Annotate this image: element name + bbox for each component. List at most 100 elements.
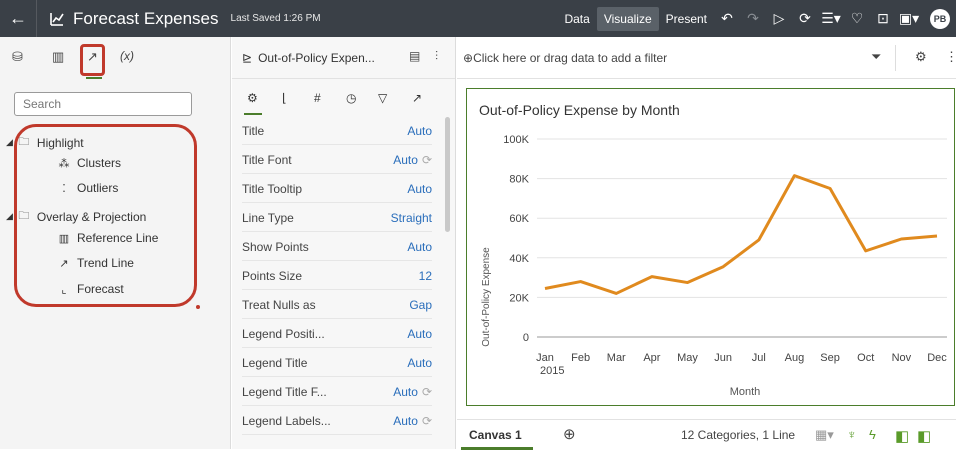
y-tick-label: 80K: [509, 174, 529, 186]
prop-value[interactable]: Auto: [407, 124, 432, 138]
lightning-icon[interactable]: ϟ: [869, 427, 876, 442]
layout-panel-icon[interactable]: ◧: [895, 427, 909, 445]
y-axis-label: Out-of-Policy Expense: [481, 247, 492, 347]
filter-bar[interactable]: ⊕Click here or drag data to add a filter…: [457, 37, 956, 79]
x-tick-label: Oct: [857, 352, 874, 364]
save-icon[interactable]: ▣▾: [896, 10, 922, 27]
top-bar: ← Forecast Expenses Last Saved 1:26 PM D…: [0, 0, 956, 37]
reset-icon[interactable]: ⟳: [422, 414, 432, 428]
prop-name: Title Tooltip: [242, 181, 303, 196]
add-canvas-icon[interactable]: ⊕: [563, 425, 576, 443]
x-tick-label: Sep: [820, 352, 840, 364]
series-line[interactable]: [544, 174, 938, 295]
collapse-caret-icon[interactable]: ◢: [6, 211, 13, 222]
properties-header: ⊵ Out-of-Policy Expen... ▤ ⫶: [232, 37, 455, 79]
mode-data[interactable]: Data: [557, 7, 596, 31]
prop-title-tooltip[interactable]: Title Tooltip Auto: [242, 175, 432, 203]
database-icon[interactable]: ⛁: [12, 49, 23, 65]
properties-toggle-icon[interactable]: ⫶: [435, 49, 438, 64]
calculations-tab[interactable]: (x): [120, 49, 134, 63]
insight-bulb-icon[interactable]: ♡: [844, 10, 870, 27]
prop-value[interactable]: Auto: [407, 240, 432, 254]
prop-name: Title: [242, 123, 265, 138]
x-tick-label: Nov: [892, 352, 912, 364]
filter-icon[interactable]: ▽: [378, 91, 387, 105]
x-tick-label: Apr: [643, 352, 660, 364]
avatar[interactable]: PB: [930, 9, 950, 29]
highlight-box: [80, 44, 105, 76]
grammar-panel-icon[interactable]: ▤: [409, 49, 420, 63]
analytics-icon[interactable]: ↗: [412, 91, 422, 105]
prop-name: Points Size: [242, 268, 303, 283]
prop-value[interactable]: Gap: [409, 298, 432, 312]
mode-visualize[interactable]: Visualize: [596, 6, 659, 31]
filter-options-icon[interactable]: ⏷: [871, 49, 881, 65]
line-chart[interactable]: Out-of-Policy Expense by Month 0 20K 40K 60…: [466, 88, 955, 406]
prop-title-font[interactable]: Title Font Auto ⟳: [242, 146, 432, 174]
analytics-panel: ⛁ ▥ ↗ (x) Search ◢ 🗀 Highlight ⁂ Cluster…: [0, 37, 231, 449]
prop-value[interactable]: Auto: [407, 182, 432, 196]
tab-canvas-1[interactable]: Canvas 1: [469, 428, 522, 442]
prop-legend-labels[interactable]: Legend Labels... Auto ⟳: [242, 407, 432, 435]
canvas-tab-bar: Canvas 1 ⊕ 12 Categories, 1 Line ▦▾ ♆ ϟ …: [457, 419, 956, 450]
mode-present[interactable]: Present: [659, 7, 714, 31]
more-options-icon[interactable]: ⋮: [945, 49, 956, 65]
refresh-data-icon[interactable]: ⟳: [792, 10, 818, 27]
play-icon[interactable]: ▷: [766, 10, 792, 27]
prop-value[interactable]: Auto: [407, 327, 432, 341]
prop-points-size[interactable]: Points Size 12: [242, 262, 432, 290]
line-chart-icon: ⊵: [242, 50, 253, 65]
data-action-icon[interactable]: ♆: [847, 427, 857, 442]
x-tick-label: Mar: [607, 352, 626, 364]
axis-icon[interactable]: ⌊: [282, 91, 287, 105]
prop-value[interactable]: Auto ⟳: [393, 414, 432, 428]
viz-title[interactable]: Out-of-Policy Expen...: [258, 51, 375, 65]
prop-name: Legend Labels...: [242, 413, 331, 428]
prop-name: Legend Positi...: [242, 326, 325, 341]
x-tick-label: Dec: [927, 352, 947, 364]
prop-value[interactable]: Auto ⟳: [393, 385, 432, 399]
visualizations-icon[interactable]: ▥: [52, 49, 64, 65]
chart-svg: Out-of-Policy Expense by Month 0 20K 40K 60…: [479, 102, 947, 398]
reset-icon[interactable]: ⟳: [422, 153, 432, 167]
prop-value[interactable]: Auto: [407, 356, 432, 370]
properties-panel: ⊵ Out-of-Policy Expen... ▤ ⫶ ⚙ ⌊ # ◷ ▽ ↗…: [232, 37, 456, 449]
prop-show-points[interactable]: Show Points Auto: [242, 233, 432, 261]
add-filter-icon[interactable]: ⊕: [463, 51, 473, 65]
menu-icon[interactable]: ☰▾: [818, 10, 844, 27]
x-axis-year-label: 2015: [540, 365, 564, 377]
x-tick-label: May: [677, 352, 698, 364]
export-icon[interactable]: ⊡: [870, 10, 896, 27]
prop-title[interactable]: Title Auto: [242, 117, 432, 145]
prop-legend-position[interactable]: Legend Positi... Auto: [242, 320, 432, 348]
y-tick-label: 20K: [509, 292, 529, 304]
layout-panel-icon[interactable]: ◧: [917, 427, 931, 445]
prop-legend-title[interactable]: Legend Title Auto: [242, 349, 432, 377]
back-arrow-icon[interactable]: ←: [0, 8, 36, 29]
filter-controls-icon[interactable]: ⚙: [915, 49, 927, 65]
number-format-icon[interactable]: #: [314, 91, 321, 105]
y-tick-label: 100K: [503, 134, 529, 146]
prop-treat-nulls[interactable]: Treat Nulls as Gap: [242, 291, 432, 319]
search-input[interactable]: Search: [14, 92, 192, 116]
grid-layout-icon[interactable]: ▦▾: [815, 427, 834, 443]
clock-icon[interactable]: ◷: [346, 91, 356, 105]
prop-line-type[interactable]: Line Type Straight: [242, 204, 432, 232]
redo-icon: ↷: [747, 10, 759, 26]
prop-legend-title-font[interactable]: Legend Title F... Auto ⟳: [242, 378, 432, 406]
prop-name: Treat Nulls as: [242, 297, 316, 312]
collapse-caret-icon[interactable]: ◢: [6, 137, 13, 148]
prop-name: Title Font: [242, 152, 292, 167]
prop-value[interactable]: 12: [419, 269, 432, 283]
properties-scrollbar[interactable]: [445, 117, 450, 232]
y-tick-label: 40K: [509, 253, 529, 265]
filter-drop-zone[interactable]: ⊕Click here or drag data to add a filter: [463, 51, 667, 65]
prop-value[interactable]: Auto ⟳: [393, 153, 432, 167]
reset-icon[interactable]: ⟳: [422, 385, 432, 399]
x-tick-label: Aug: [785, 352, 805, 364]
prop-value[interactable]: Straight: [391, 211, 432, 225]
gear-icon[interactable]: ⚙: [247, 91, 258, 105]
prop-name: Legend Title: [242, 355, 308, 370]
active-tab-indicator: [244, 113, 262, 115]
undo-icon[interactable]: ↶: [714, 10, 740, 27]
